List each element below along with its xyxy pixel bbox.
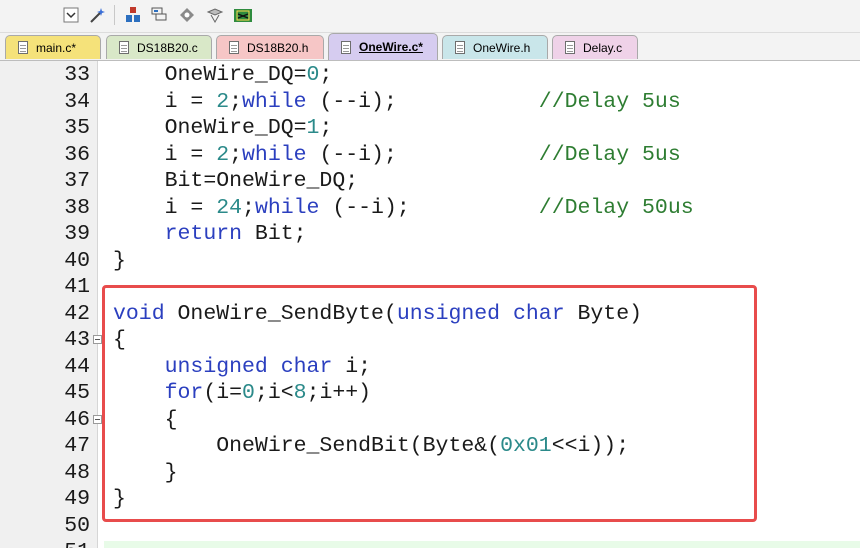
code-text: OneWire_DQ=0; (113, 62, 333, 89)
line-number: 49 (64, 487, 90, 511)
tab-ds18b20-h[interactable]: DS18B20.h (216, 35, 324, 59)
download-icon[interactable] (232, 4, 254, 26)
line-number: 40 (64, 248, 90, 273)
line-number: 47 (64, 434, 90, 458)
options-icon[interactable] (176, 4, 198, 26)
tab-label: Delay.c (583, 40, 623, 55)
code-line[interactable]: 37 Bit=OneWire_DQ; (0, 168, 860, 195)
file-icon (119, 41, 129, 54)
code-token: ; (229, 142, 243, 167)
annotation-highlight-box (102, 285, 757, 522)
code-token: //Delay 5us (538, 89, 681, 114)
code-token: while (242, 142, 307, 167)
code-token: OneWire_DQ= (113, 63, 307, 87)
code-token: (--i); (306, 142, 539, 167)
code-token: Bit=OneWire_DQ; (113, 169, 359, 193)
fold-toggle-icon[interactable] (93, 335, 102, 344)
code-token: while (242, 89, 307, 114)
line-number: 38 (64, 195, 90, 220)
file-icon (341, 40, 351, 54)
code-line[interactable]: 40} (0, 248, 860, 275)
code-token: ; (319, 63, 333, 87)
tab-label: main.c* (36, 40, 77, 55)
tab-ds18b20-c[interactable]: DS18B20.c (106, 35, 212, 59)
file-icon (455, 41, 465, 54)
code-token: //Delay 50us (538, 195, 694, 220)
code-token: while (254, 195, 320, 220)
code-token: return (164, 222, 243, 246)
tab-label: DS18B20.h (247, 40, 309, 55)
line-number: 41 (64, 275, 90, 299)
line-number: 39 (64, 222, 90, 246)
code-line[interactable]: 38 i = 24;while (--i); //Delay 50us (0, 195, 860, 222)
tab-onewire-c[interactable]: OneWire.c* (328, 33, 438, 60)
code-text: i = 24;while (--i); //Delay 50us (113, 195, 694, 222)
tab-bar: main.c* DS18B20.c DS18B20.h OneWire.c* O… (0, 33, 860, 61)
code-token: i = (113, 195, 217, 220)
tab-label: OneWire.c* (359, 40, 423, 54)
line-number: 43 (64, 328, 90, 352)
line-number: 33 (64, 63, 90, 87)
toolbar-separator (114, 5, 115, 25)
line-number: 44 (64, 354, 90, 379)
code-line[interactable]: 33 OneWire_DQ=0; (0, 62, 860, 89)
code-line[interactable]: 36 i = 2;while (--i); //Delay 5us (0, 142, 860, 169)
line-number: 45 (64, 381, 90, 405)
code-text: Bit=OneWire_DQ; (113, 168, 359, 195)
code-token: i = (113, 142, 217, 167)
code-editor[interactable]: 33 OneWire_DQ=0; 34 i = 2;while (--i); //… (0, 61, 860, 548)
code-text: i = 2;while (--i); //Delay 5us (113, 142, 681, 169)
code-line[interactable]: 34 i = 2;while (--i); //Delay 5us (0, 89, 860, 116)
tab-onewire-h[interactable]: OneWire.h (442, 35, 548, 59)
file-icon (565, 41, 575, 54)
tab-label: DS18B20.c (137, 40, 198, 55)
line-number: 37 (64, 169, 90, 193)
code-token: Bit; (242, 222, 307, 246)
code-token: ; (319, 116, 333, 140)
dropdown-icon[interactable] (60, 4, 82, 26)
build-icon[interactable] (122, 4, 144, 26)
line-number: 36 (64, 142, 90, 167)
code-token: 1 (306, 116, 320, 140)
tab-label: OneWire.h (473, 40, 531, 55)
code-line[interactable]: 51 (0, 539, 860, 548)
code-token: i = (113, 89, 217, 114)
fold-toggle-icon[interactable] (93, 414, 102, 424)
line-number: 50 (64, 513, 90, 538)
toolbar (0, 0, 860, 33)
line-number: 42 (64, 301, 90, 326)
code-text: i = 2;while (--i); //Delay 5us (113, 89, 681, 116)
magic-wand-icon[interactable] (86, 4, 108, 26)
code-text: return Bit; (113, 221, 307, 248)
line-number: 46 (64, 407, 90, 432)
code-token: ; (242, 195, 255, 220)
file-icon (18, 41, 28, 54)
code-token: (--i); (319, 195, 539, 220)
code-line[interactable]: 35 OneWire_DQ=1; (0, 115, 860, 142)
code-token: OneWire_DQ= (113, 116, 307, 140)
line-number: 48 (64, 460, 90, 485)
code-token: ; (229, 89, 243, 114)
code-token: //Delay 5us (538, 142, 681, 167)
code-line[interactable]: 39 return Bit; (0, 221, 860, 248)
batch-build-icon[interactable] (148, 4, 170, 26)
code-token: 0 (306, 63, 320, 87)
line-number: 34 (64, 89, 90, 114)
code-token: } (113, 248, 126, 273)
code-token: (--i); (306, 89, 539, 114)
tab-main-c[interactable]: main.c* (5, 35, 101, 59)
tab-delay-c[interactable]: Delay.c (552, 35, 638, 59)
code-token: 2 (216, 142, 230, 167)
translate-icon[interactable] (204, 4, 226, 26)
file-icon (229, 41, 239, 54)
code-token: 24 (216, 195, 243, 220)
line-number: 35 (64, 116, 90, 140)
code-text: } (113, 248, 126, 275)
line-number: 51 (0, 539, 90, 548)
code-text: OneWire_DQ=1; (113, 115, 333, 142)
code-token: 2 (216, 89, 230, 114)
